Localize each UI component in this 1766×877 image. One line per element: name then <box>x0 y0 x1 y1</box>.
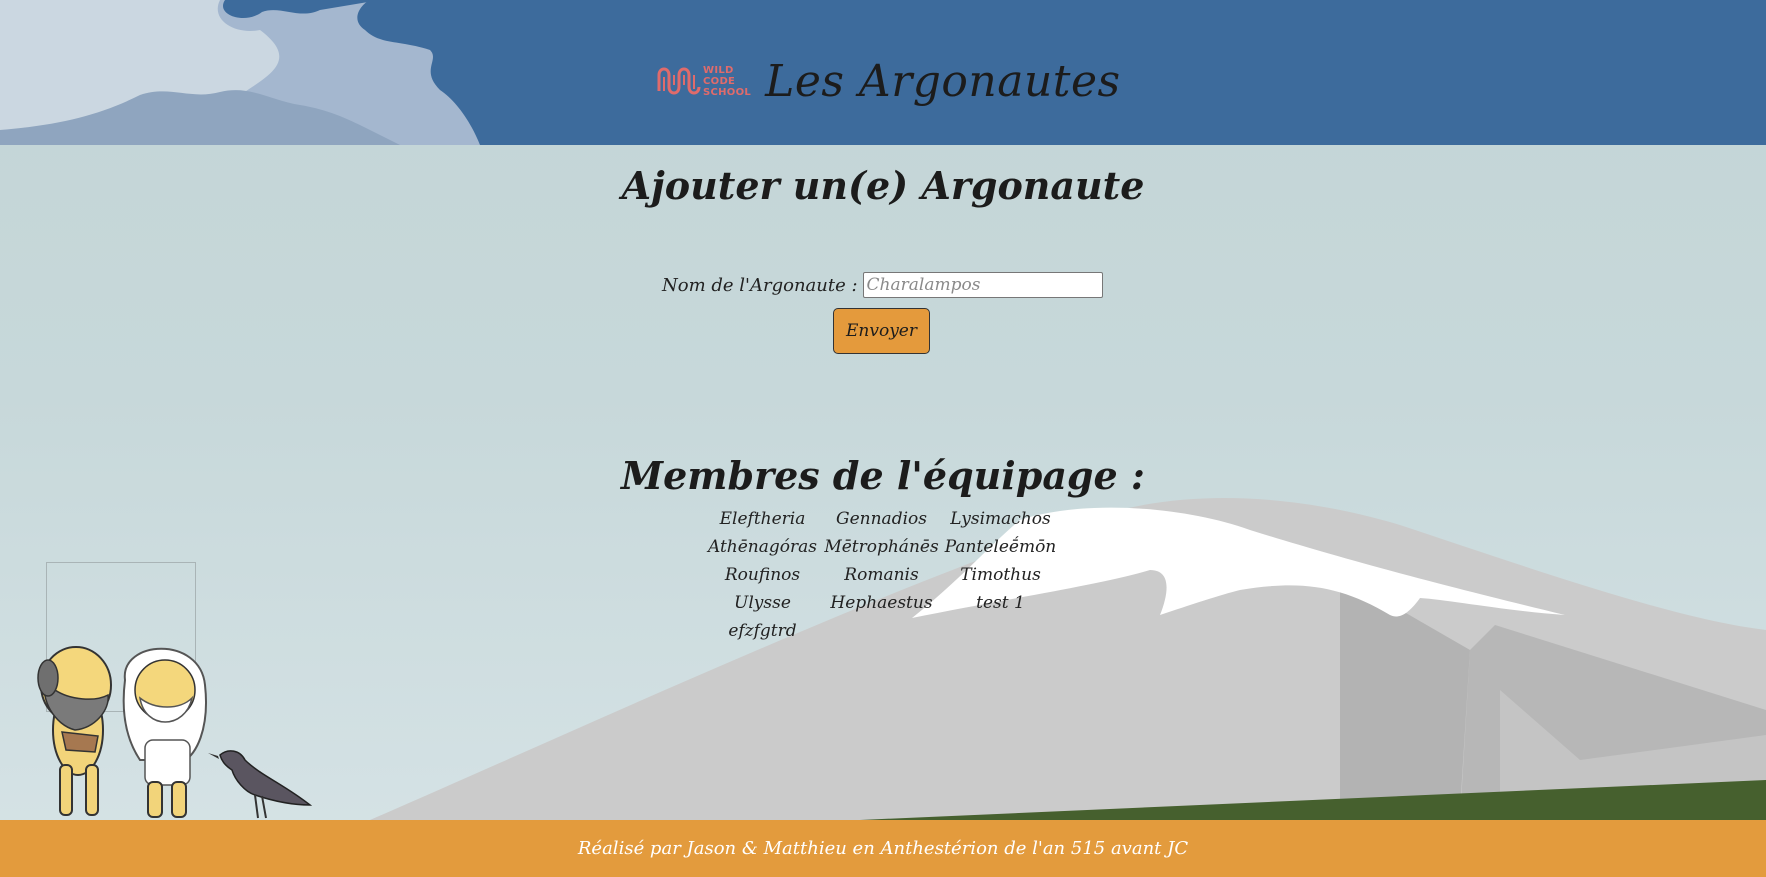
crew-member: Ulysse <box>734 593 791 613</box>
name-input[interactable] <box>862 272 1103 298</box>
crew-member: Lysimachos <box>950 509 1051 529</box>
elder-man-icon <box>122 647 207 818</box>
brand: WILD CODE SCHOOL Les Argonautes <box>655 55 1121 107</box>
crew-member: Timothus <box>960 565 1041 585</box>
name-label: Nom de l'Argonaute : <box>662 274 858 296</box>
argonaut-form: Nom de l'Argonaute : <box>662 272 1103 298</box>
site-footer: Réalisé par Jason & Matthieu en Anthesté… <box>0 820 1766 877</box>
logo-line: CODE <box>703 75 736 87</box>
characters-illustration <box>37 646 313 819</box>
crew-member: Romanis <box>844 565 919 585</box>
logo-text: WILD CODE SCHOOL <box>703 65 751 98</box>
crew-title: Membres de l'équipage : <box>621 453 1145 498</box>
crew-member: Eleftheria <box>719 509 806 529</box>
crew-member: Roufinos <box>724 565 801 585</box>
raven-icon <box>208 750 313 819</box>
crew-member: Athēnagóras <box>707 537 817 557</box>
crew-member: Panteleḗmōn <box>944 537 1057 557</box>
crew-member: efzfgtrd <box>728 621 797 641</box>
crew-member: Gennadios <box>836 509 927 529</box>
submit-button[interactable]: Envoyer <box>833 308 930 354</box>
crew-member: Hephaestus <box>830 593 933 613</box>
logo-line: WILD <box>703 64 734 76</box>
site-header: WILD CODE SCHOOL Les Argonautes <box>0 0 1766 145</box>
crew-list: Eleftheria Gennadios Lysimachos Athēnagó… <box>703 507 1060 643</box>
crew-member: Mētrophánēs <box>824 537 939 557</box>
form-title: Ajouter un(e) Argonaute <box>621 163 1145 208</box>
bald-man-icon <box>37 646 112 816</box>
crew-member: test 1 <box>976 593 1025 613</box>
wild-code-school-logo-icon <box>657 67 701 95</box>
site-title: Les Argonautes <box>765 55 1121 107</box>
logo-line: SCHOOL <box>703 86 752 98</box>
